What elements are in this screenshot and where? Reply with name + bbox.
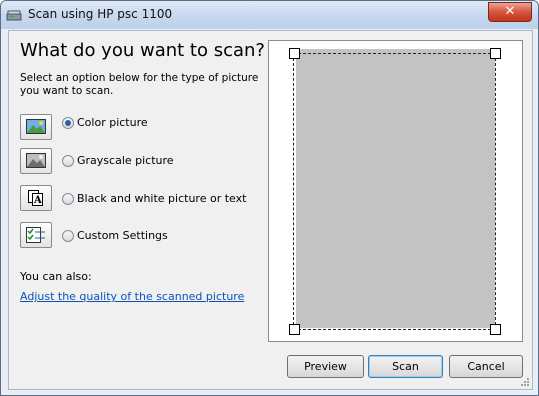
window-title: Scan using HP psc 1100 — [28, 7, 173, 21]
custom-settings-radio[interactable] — [62, 230, 74, 242]
scan-preview-area[interactable] — [268, 40, 523, 342]
scan-dialog-window: Scan using HP psc 1100 ✕ What do you wan… — [0, 0, 539, 396]
grayscale-picture-icon[interactable] — [20, 148, 52, 174]
also-label: You can also: — [20, 270, 92, 283]
bw-picture-radio[interactable] — [62, 193, 74, 205]
color-picture-label[interactable]: Color picture — [77, 116, 148, 129]
resize-grip-icon[interactable] — [520, 377, 530, 387]
scan-button[interactable]: Scan — [368, 355, 443, 378]
color-picture-radio[interactable] — [62, 117, 74, 129]
crop-handle-top-left[interactable] — [289, 48, 300, 59]
bw-picture-label[interactable]: Black and white picture or text — [77, 192, 246, 205]
custom-settings-icon[interactable] — [20, 222, 52, 248]
grayscale-picture-radio[interactable] — [62, 155, 74, 167]
title-bar[interactable]: Scan using HP psc 1100 ✕ — [1, 1, 538, 29]
crop-handle-top-right[interactable] — [490, 48, 501, 59]
instructions-text: Select an option below for the type of p… — [20, 72, 259, 97]
crop-handle-bottom-right[interactable] — [490, 324, 501, 335]
adjust-quality-link[interactable]: Adjust the quality of the scanned pictur… — [20, 290, 244, 303]
bw-picture-icon[interactable]: A — [20, 185, 52, 211]
svg-text:A: A — [33, 195, 42, 206]
custom-settings-label[interactable]: Custom Settings — [77, 229, 168, 242]
color-picture-icon[interactable] — [20, 114, 52, 140]
preview-button[interactable]: Preview — [287, 355, 364, 378]
page-title: What do you want to scan? — [20, 40, 265, 61]
crop-selection-frame[interactable] — [293, 53, 496, 330]
close-icon: ✕ — [504, 4, 516, 19]
close-button[interactable]: ✕ — [488, 2, 532, 22]
dialog-body: What do you want to scan? Select an opti… — [8, 30, 533, 390]
cancel-button[interactable]: Cancel — [449, 355, 523, 378]
crop-handle-bottom-left[interactable] — [289, 324, 300, 335]
grayscale-picture-label[interactable]: Grayscale picture — [77, 154, 174, 167]
scanner-icon — [6, 7, 22, 21]
